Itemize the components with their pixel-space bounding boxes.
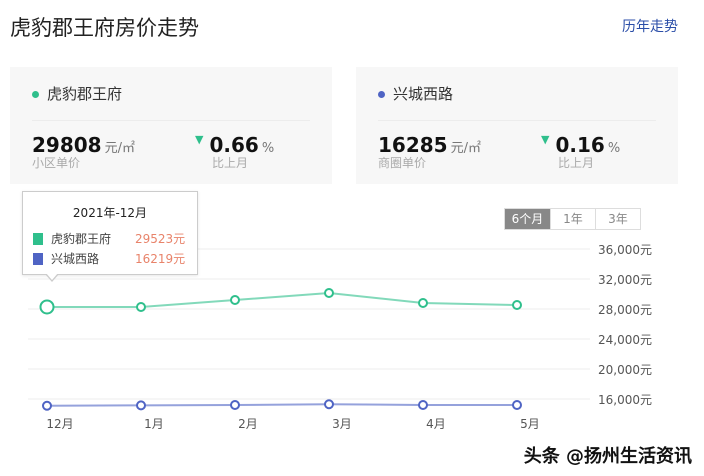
data-point	[42, 400, 52, 411]
data-point	[512, 300, 522, 311]
data-point	[39, 299, 55, 315]
series-line	[46, 403, 517, 407]
data-point	[136, 301, 146, 312]
watermark: 头条 @扬州生活资讯	[523, 446, 692, 467]
data-point	[418, 298, 428, 308]
legend-swatch-icon	[33, 232, 43, 245]
y-tick-label: 36,000元	[598, 243, 652, 257]
tooltip-value: 16219元	[135, 252, 186, 266]
x-tick-label: 2月	[238, 417, 258, 431]
y-tick-label: 24,000元	[598, 333, 652, 347]
y-tick-label: 20,000元	[598, 363, 652, 377]
data-point	[230, 295, 240, 305]
y-tick-label: 32,000元	[598, 273, 652, 287]
x-tick-label: 1月	[144, 417, 164, 431]
y-tick-label: 16,000元	[598, 393, 652, 407]
series-line	[47, 292, 518, 308]
x-tick-label: 3月	[332, 417, 352, 431]
legend-swatch-icon	[33, 252, 43, 265]
x-tick-label: 5月	[520, 417, 540, 431]
data-point	[418, 400, 428, 410]
data-point	[230, 400, 240, 410]
y-tick-label: 28,000元	[598, 303, 652, 317]
data-point	[324, 288, 334, 299]
tooltip-value: 29523元	[135, 232, 186, 246]
data-point	[136, 400, 146, 411]
data-point	[324, 399, 334, 410]
chart-tooltip: 2021年-12月 虎豹郡王府 29523元 兴城西路 16219元	[22, 191, 198, 275]
tooltip-series-name: 虎豹郡王府	[51, 232, 112, 246]
x-tick-label: 12月	[46, 417, 73, 431]
tooltip-series-name: 兴城西路	[51, 252, 100, 266]
tooltip-title: 2021年-12月	[72, 206, 148, 220]
data-point	[512, 400, 522, 410]
x-tick-label: 4月	[426, 417, 446, 431]
tooltip-pointer-fill	[46, 273, 58, 280]
